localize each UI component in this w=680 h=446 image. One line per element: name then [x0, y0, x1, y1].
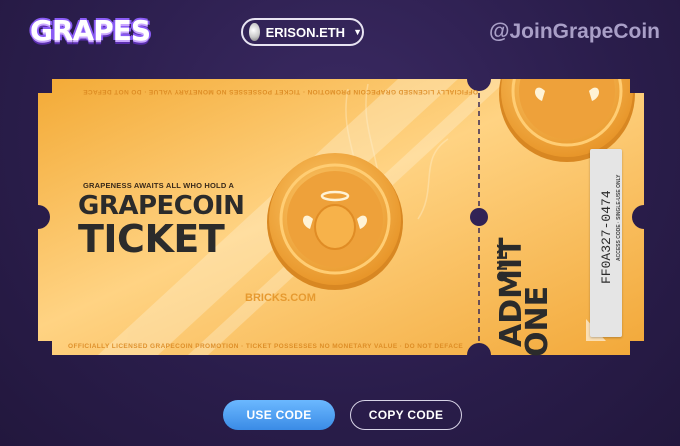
fine-print-bottom: OFFICIALLY LICENSED GRAPECOIN PROMOTION … [68, 343, 464, 350]
grapes-logo[interactable]: GRAPES [30, 14, 151, 47]
grapecoin-icon [267, 153, 403, 290]
grapecoin-ticket: OFFICIALLY LICENSED GRAPECOIN PROMOTION … [38, 79, 644, 357]
copy-code-button[interactable]: COPY CODE [350, 400, 462, 430]
avatar-icon [249, 23, 260, 41]
use-code-button[interactable]: USE CODE [223, 400, 335, 430]
wallet-label: ERISON.ETH [265, 24, 346, 40]
only-text: ONLY [496, 244, 511, 282]
social-handle: @JoinGrapeCoin [489, 20, 660, 43]
ticket-tagline: GRAPENESS AWAITS ALL WHO HOLD A [83, 181, 235, 190]
wallet-dropdown[interactable]: ERISON.ETH ▼ [241, 18, 364, 46]
ticket-title-line2: TICKET [78, 217, 225, 261]
one-text: ONE [520, 285, 555, 357]
admit-one-stamp: ADMIT ONE ONLY [490, 57, 555, 357]
ticket-watermark: BRICKS.COM [245, 292, 316, 304]
access-code-label: ACCESS CODE · SINGLE-USE ONLY [616, 174, 622, 262]
fine-print-top: OFFICIALLY LICENSED GRAPECOIN PROMOTION … [82, 88, 478, 95]
caret-down-icon: ▼ [353, 27, 362, 37]
access-code-value: FF0A327-0474 [599, 190, 614, 284]
